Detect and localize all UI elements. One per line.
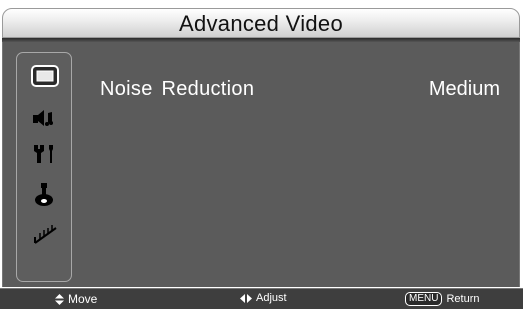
hint-move: Move [55, 292, 97, 306]
menu-key-badge: MENU [405, 292, 443, 306]
move-label: Move [68, 292, 98, 306]
picture-icon [31, 65, 59, 87]
sidebar-item-channel[interactable] [17, 217, 73, 251]
category-sidebar [16, 52, 72, 282]
antenna-channel-icon [34, 225, 57, 244]
adjust-label: Adjust [256, 292, 287, 304]
sidebar-item-lock[interactable] [17, 177, 73, 211]
title-bar: Advanced Video [2, 8, 520, 38]
setting-value[interactable]: Medium [429, 78, 500, 101]
sidebar-item-sound[interactable] [17, 101, 73, 135]
hint-return: MENU Return [405, 292, 479, 306]
setting-row-noise-reduction[interactable]: Noise Reduction Medium [100, 78, 500, 106]
sound-icon [33, 110, 53, 126]
page-title: Advanced Video [178, 11, 344, 36]
hint-adjust: Adjust [240, 292, 287, 304]
sidebar-item-picture[interactable] [17, 59, 73, 93]
parental-lock-icon [35, 183, 53, 206]
setup-tools-icon [34, 145, 53, 163]
sidebar-item-setup[interactable] [17, 137, 73, 171]
key-hint-bar: Move Adjust MENU Return [0, 288, 523, 309]
return-label: Return [446, 293, 480, 305]
osd-menu: Advanced Video Noise Reduction Medium Mo… [0, 0, 523, 309]
setting-label: Noise Reduction [100, 78, 255, 100]
up-down-arrow-icon [55, 293, 64, 305]
left-right-arrow-icon [240, 293, 252, 303]
